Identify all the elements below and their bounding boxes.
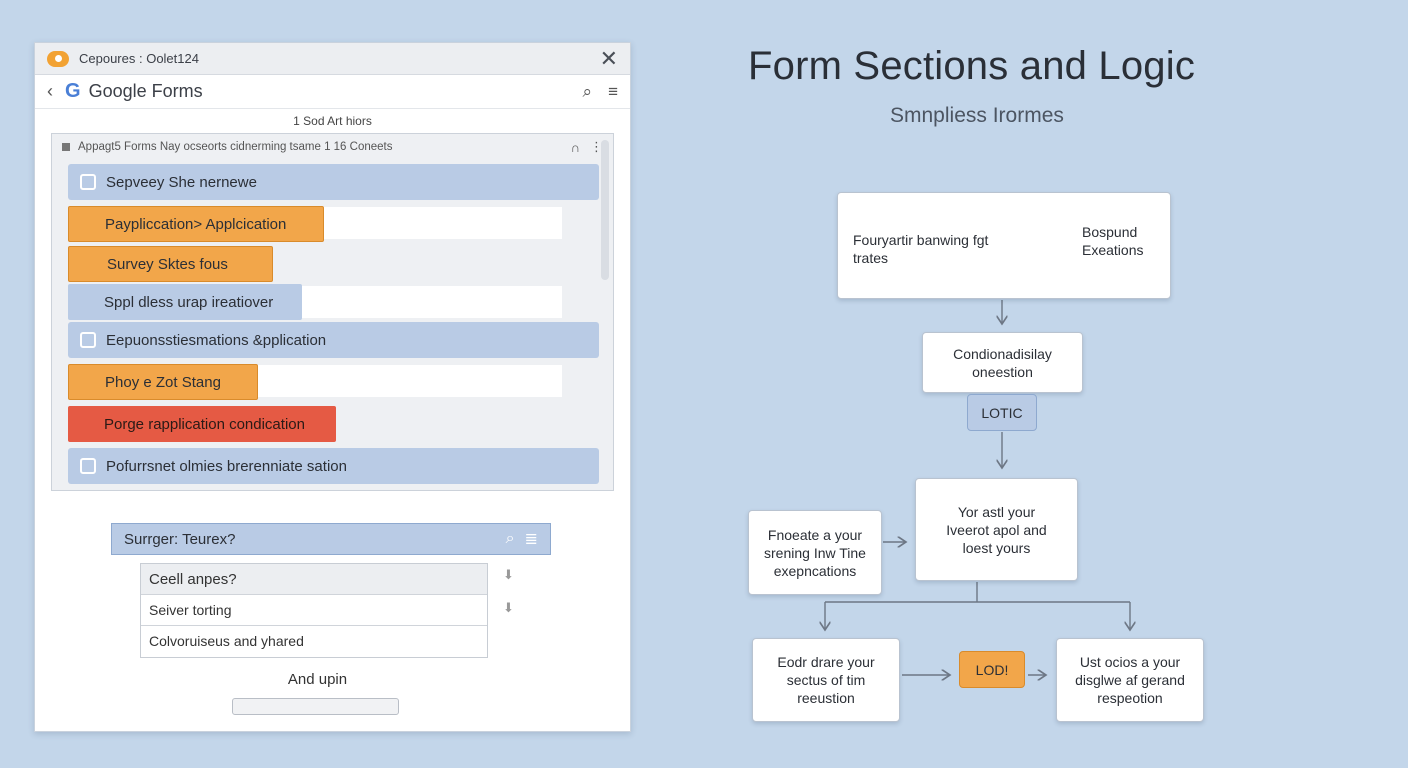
flow-box-text: Yor astl your Iveerot apol and loest you…	[937, 503, 1057, 557]
section-row[interactable]: Paypliccation> Applcication	[68, 206, 324, 242]
and-input-bar[interactable]	[232, 698, 399, 715]
scrollbar[interactable]	[601, 140, 609, 280]
and-label: And upin	[35, 671, 600, 688]
arrow-down-icon[interactable]: ⬇	[503, 600, 514, 616]
question-search-bar[interactable]: Surrger: Teurex? ⌕ ≣	[111, 523, 551, 555]
section-label: Eepuonsstiesmations &pplication	[106, 332, 326, 349]
search-icon[interactable]: ⌕	[506, 530, 515, 548]
lod-tag: LOD!	[959, 651, 1025, 688]
toolbar: ‹ G Google Forms ⌕ ≡	[35, 75, 630, 109]
menu-icon[interactable]: ≡	[608, 82, 618, 102]
form-icon	[80, 174, 96, 190]
app-name: Google Forms	[89, 81, 567, 102]
option-item[interactable]: Ceell anpes?	[141, 564, 487, 595]
forms-window: Cepoures : Oolet124 ✕ ‹ G Google Forms ⌕…	[34, 42, 631, 732]
section-label: Sppl dless urap ireatiover	[104, 294, 273, 311]
flow-box-text: Bospund Exeations	[1082, 223, 1158, 259]
flow-box-text: Fnoeate a your srening Inw Tine exepncat…	[755, 526, 875, 580]
section-row[interactable]: Eepuonsstiesmations &pplication	[68, 322, 599, 358]
sections-panel: Appagt5 Forms Nay ocseorts cidnerming ts…	[51, 133, 614, 491]
square-icon	[62, 143, 70, 151]
form-subhead: 1 Sod Art hiors	[35, 109, 630, 133]
section-row[interactable]: Sppl dless urap ireatiover	[68, 284, 302, 320]
camera-icon	[80, 458, 96, 474]
close-icon[interactable]: ✕	[600, 48, 618, 70]
arrow-down-icon[interactable]: ⬇	[503, 567, 514, 583]
app-icon	[47, 51, 69, 67]
logic-tag: LOTIC	[967, 394, 1037, 431]
back-arrow-icon[interactable]: ‹	[47, 81, 53, 102]
flow-box-text: Condionadisilay oneestion	[943, 345, 1063, 381]
search-icon[interactable]: ⌕	[583, 82, 593, 102]
pin-icon[interactable]: ∩	[571, 140, 580, 155]
list-icon[interactable]: ≣	[525, 529, 538, 549]
flow-box-left: Fnoeate a your srening Inw Tine exepncat…	[748, 510, 882, 595]
question-label: Surrger: Teurex?	[124, 531, 496, 548]
flow-box-start: Fouryartir banwing fgt trates Bospund Ex…	[837, 192, 1171, 299]
note-icon	[80, 332, 96, 348]
option-item[interactable]: Colvoruiseus and yhared	[141, 626, 487, 657]
title-bar: Cepoures : Oolet124 ✕	[35, 43, 630, 75]
flow-box-center: Yor astl your Iveerot apol and loest you…	[915, 478, 1078, 581]
flow-box-text: Ust ocios a your disglwe af gerand respe…	[1065, 653, 1195, 707]
flow-box-text: Eodr drare your sectus of tim reeustion	[766, 653, 886, 707]
section-row[interactable]: Survey Sktes fous	[68, 246, 273, 282]
answer-options: Ceell anpes? Seiver torting Colvoruiseus…	[140, 563, 488, 658]
flow-box-bottom-left: Eodr drare your sectus of tim reeustion	[752, 638, 900, 722]
row-fill	[324, 207, 562, 239]
section-row[interactable]: Porge rapplication condication	[68, 406, 336, 442]
window-title: Cepoures : Oolet124	[79, 51, 600, 66]
panel-header: Appagt5 Forms Nay ocseorts cidnerming ts…	[52, 134, 613, 160]
row-fill	[258, 365, 562, 397]
page-subtitle: Smnpliess Irormes	[890, 104, 1064, 128]
section-label: Sepveey She nernewe	[106, 174, 257, 191]
section-row[interactable]: Phoy e Zot Stang	[68, 364, 258, 400]
section-label: Survey Sktes fous	[107, 256, 228, 273]
flow-box-condition: Condionadisilay oneestion	[922, 332, 1083, 393]
page-title: Form Sections and Logic	[748, 44, 1195, 89]
section-label: Phoy e Zot Stang	[105, 374, 221, 391]
section-label: Pofurrsnet olmies brerenniate sation	[106, 458, 347, 475]
row-fill	[302, 286, 562, 318]
google-logo-icon: G	[65, 80, 81, 103]
panel-header-text: Appagt5 Forms Nay ocseorts cidnerming ts…	[78, 141, 561, 153]
flow-box-bottom-right: Ust ocios a your disglwe af gerand respe…	[1056, 638, 1204, 722]
flow-box-text: Fouryartir banwing fgt trates	[853, 231, 993, 267]
section-label: Paypliccation> Applcication	[105, 216, 286, 233]
option-item[interactable]: Seiver torting	[141, 595, 487, 626]
section-row[interactable]: Pofurrsnet olmies brerenniate sation	[68, 448, 599, 484]
section-label: Porge rapplication condication	[104, 416, 305, 433]
section-row[interactable]: Sepveey She nernewe	[68, 164, 599, 200]
